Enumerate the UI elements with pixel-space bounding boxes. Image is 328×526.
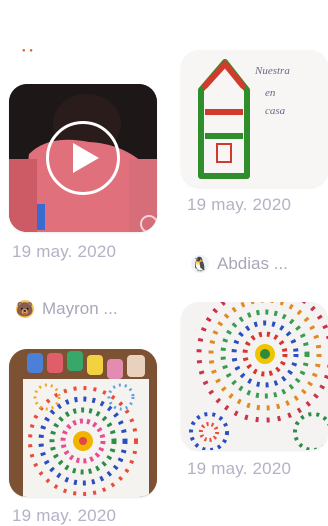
photo-house-drawing: Nuestra en casa bbox=[181, 50, 328, 187]
author-name: Abdias ... bbox=[217, 254, 288, 273]
photo-thumbnail-card[interactable] bbox=[9, 349, 157, 497]
photo-thumbnail-card[interactable] bbox=[181, 302, 328, 450]
top-dots-decoration: ● ● bbox=[22, 48, 34, 54]
video-thumbnail-card[interactable] bbox=[9, 84, 157, 232]
play-button[interactable] bbox=[46, 121, 120, 195]
photo-thumbnail-card[interactable]: Nuestra en casa bbox=[181, 50, 328, 187]
post-date: 19 may. 2020 bbox=[187, 195, 292, 214]
photo-dot-art bbox=[9, 349, 157, 497]
author-name: Mayron ... bbox=[42, 299, 118, 318]
handwritten-line-2: en bbox=[265, 87, 276, 99]
post-author[interactable]: 🐻 Mayron ... bbox=[16, 299, 118, 319]
play-icon bbox=[72, 143, 99, 173]
post-date: 19 may. 2020 bbox=[187, 459, 292, 478]
post-author[interactable]: 🐧 Abdias ... bbox=[191, 254, 288, 274]
handwritten-line-1: Nuestra bbox=[254, 65, 290, 77]
handwritten-line-3: casa bbox=[265, 105, 286, 117]
photo-dot-circle bbox=[181, 302, 328, 450]
post-date: 19 may. 2020 bbox=[12, 242, 117, 261]
penguin-avatar-icon: 🐧 bbox=[191, 255, 209, 273]
bear-avatar-icon: 🐻 bbox=[16, 300, 34, 318]
post-date: 19 may. 2020 bbox=[12, 506, 117, 525]
